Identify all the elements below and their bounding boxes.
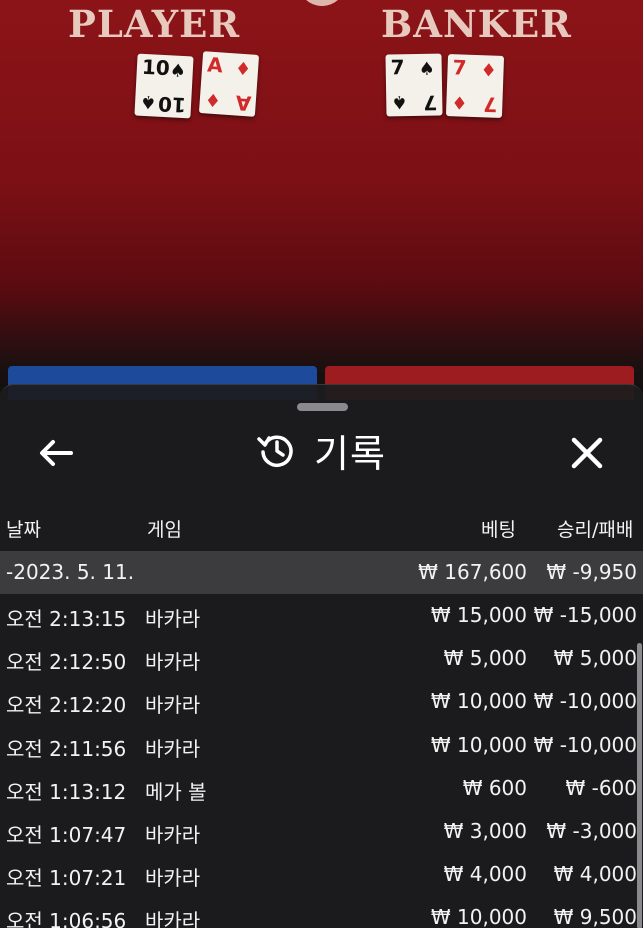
spade-icon: ♠	[139, 90, 157, 113]
card-rank: 7	[452, 55, 467, 80]
date-group-row[interactable]: -2023. 5. 11. ₩ 167,600 ₩ -9,950	[0, 551, 643, 594]
group-bet-total: ₩ 167,600	[418, 560, 527, 584]
row-game: 바카라	[145, 693, 201, 718]
table-header: 날짜 게임 베팅 승리/패배	[0, 511, 643, 547]
diamond-icon: ♦	[234, 58, 252, 81]
card-rank: 7	[483, 92, 498, 117]
banker-card-1: 7 ♠ ♠ 7	[385, 53, 443, 117]
card-rank: 10	[157, 91, 187, 118]
table-row[interactable]: 오전 2:12:20 바카라 ₩ 10,000 ₩ -10,000	[0, 680, 643, 723]
table-row[interactable]: 오전 1:06:56 바카라 ₩ 10,000 ₩ 9,500	[0, 896, 643, 928]
row-bet: ₩ 3,000	[443, 818, 527, 843]
drag-handle[interactable]	[297, 403, 348, 411]
column-header-date: 날짜	[6, 519, 41, 541]
row-bet: ₩ 10,000	[430, 905, 527, 928]
spade-icon: ♠	[418, 58, 436, 80]
row-game: 바카라	[145, 822, 201, 847]
group-date: -2023. 5. 11.	[6, 560, 135, 584]
table-row[interactable]: 오전 2:13:15 바카라 ₩ 15,000 ₩ -15,000	[0, 594, 643, 637]
row-result: ₩ -15,000	[533, 603, 637, 627]
card-rank: A	[234, 90, 252, 116]
row-result: ₩ -3,000	[546, 818, 637, 843]
diamond-icon: ♦	[204, 88, 222, 111]
column-header-bet: 베팅	[481, 519, 516, 541]
row-bet: ₩ 4,000	[443, 862, 527, 887]
banker-label: BANKER	[381, 2, 572, 46]
history-clock-icon	[257, 435, 293, 467]
row-game: 바카라	[145, 607, 201, 631]
player-card-1: 10 ♠ ♠ 10	[134, 53, 194, 119]
group-result-total: ₩ -9,950	[546, 560, 637, 584]
row-time: 오전 1:06:56	[6, 909, 127, 928]
row-time: 오전 2:11:56	[6, 736, 127, 761]
row-bet: ₩ 10,000	[430, 732, 527, 757]
diamond-icon: ♦	[451, 91, 468, 113]
row-game: 바카라	[145, 650, 201, 675]
row-result: ₩ -10,000	[533, 732, 637, 757]
card-rank: 7	[390, 55, 405, 80]
table-emblem	[298, 0, 346, 6]
row-time: 오전 1:07:47	[6, 822, 127, 847]
history-list: -2023. 5. 11. ₩ 167,600 ₩ -9,950 오전 2:13…	[0, 551, 643, 928]
arrow-left-icon	[40, 440, 73, 466]
page-title: 기록	[314, 431, 386, 476]
history-sheet: 기록 날짜 게임 베팅 승리/패배 -2023. 5. 11. ₩ 167,60…	[0, 384, 643, 928]
row-time: 오전 2:12:20	[6, 693, 127, 718]
row-result: ₩ 9,500	[553, 905, 637, 928]
spade-icon: ♠	[391, 91, 408, 113]
spade-icon: ♠	[169, 60, 187, 83]
scrollbar[interactable]	[637, 643, 642, 928]
row-time: 오전 1:07:21	[6, 866, 127, 891]
row-bet: ₩ 10,000	[430, 689, 527, 714]
table-row[interactable]: 오전 2:12:50 바카라 ₩ 5,000 ₩ 5,000	[0, 637, 643, 680]
row-result: ₩ -600	[565, 775, 637, 800]
row-bet: ₩ 15,000	[430, 603, 527, 627]
row-result: ₩ -10,000	[533, 689, 637, 714]
row-game: 바카라	[145, 909, 201, 928]
back-button[interactable]	[34, 433, 78, 473]
close-button[interactable]	[562, 431, 612, 475]
row-time: 오전 2:12:50	[6, 650, 127, 675]
table-row[interactable]: 오전 1:07:47 바카라 ₩ 3,000 ₩ -3,000	[0, 810, 643, 853]
game-table: PLAYER BANKER 10 ♠ ♠ 10 A ♦ ♦ A 7 ♠ ♠ 7 …	[0, 0, 643, 400]
row-time: 오전 2:13:15	[6, 607, 127, 631]
player-card-2: A ♦ ♦ A	[198, 51, 260, 117]
row-result: ₩ 4,000	[553, 862, 637, 887]
column-header-result: 승리/패배	[557, 519, 634, 541]
player-label: PLAYER	[68, 2, 241, 46]
row-bet: ₩ 5,000	[443, 646, 527, 671]
row-time: 오전 1:13:12	[6, 779, 127, 804]
row-result: ₩ 5,000	[553, 646, 637, 671]
row-bet: ₩ 600	[462, 775, 527, 800]
row-game: 메가 볼	[145, 779, 207, 804]
row-game: 바카라	[145, 736, 201, 761]
table-row[interactable]: 오전 1:13:12 메가 볼 ₩ 600 ₩ -600	[0, 767, 643, 810]
banker-card-2: 7 ♦ ♦ 7	[445, 54, 505, 118]
table-row[interactable]: 오전 1:07:21 바카라 ₩ 4,000 ₩ 4,000	[0, 853, 643, 896]
card-rank: A	[206, 52, 224, 78]
diamond-icon: ♦	[480, 60, 498, 82]
row-game: 바카라	[145, 866, 201, 891]
card-rank: 10	[141, 54, 171, 81]
sheet-header: 기록	[256, 425, 386, 476]
card-rank: 7	[423, 90, 438, 115]
column-header-game: 게임	[147, 519, 182, 541]
close-icon	[571, 437, 603, 469]
table-row[interactable]: 오전 2:11:56 바카라 ₩ 10,000 ₩ -10,000	[0, 724, 643, 767]
